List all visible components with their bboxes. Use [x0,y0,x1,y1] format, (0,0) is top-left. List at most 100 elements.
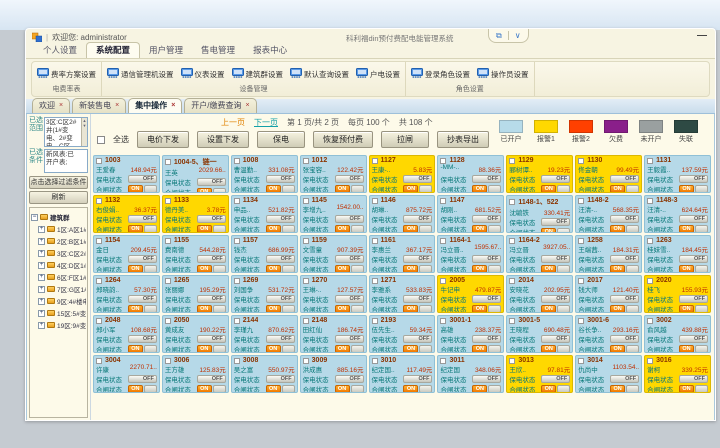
switch-on-toggle[interactable]: ON [197,265,212,273]
supply-off-toggle[interactable]: OFF [472,215,501,223]
choose-filter-button[interactable]: 点击选择过滤条件 [29,176,88,189]
tree-item-7区[interactable]: +7区:G区1#井 [38,284,86,294]
meter-checkbox[interactable] [303,278,309,284]
close-icon[interactable]: × [59,102,63,109]
meter-card[interactable]: 1129郦树谭..19.23元保电状态OFF合闸状态ON [506,155,573,193]
meter-checkbox[interactable] [96,238,102,244]
meter-checkbox[interactable] [96,198,102,204]
meter-card[interactable]: 2148田红仙186.74元保电状态OFF合闸状态ON [300,315,367,353]
meter-checkbox[interactable] [303,358,309,364]
action-button-电价下发[interactable]: 电价下发 [137,131,189,148]
supply-off-toggle[interactable]: OFF [335,335,364,343]
meter-checkbox[interactable] [509,238,515,244]
switch-on-toggle[interactable]: ON [197,225,212,233]
switch-on-toggle[interactable]: ON [679,305,694,313]
meter-checkbox[interactable] [509,358,515,364]
meter-checkbox[interactable] [372,198,378,204]
meter-card[interactable]: 3006王方雄125.83元保电状态OFF合闸状态ON [162,355,229,393]
meter-checkbox[interactable] [440,358,446,364]
supply-off-toggle[interactable]: OFF [128,375,157,383]
collapse-icon[interactable]: − [31,214,38,221]
supply-off-toggle[interactable]: OFF [403,335,432,343]
meter-checkbox[interactable] [647,198,653,204]
switch-on-toggle[interactable]: ON [541,265,556,273]
switch-on-toggle[interactable]: ON [403,305,418,313]
switch-on-toggle[interactable]: ON [266,225,281,233]
switch-on-toggle[interactable]: ON [679,385,694,393]
meter-checkbox[interactable] [578,318,584,324]
scrollbar[interactable]: ▲▼ [81,118,87,146]
supply-off-toggle[interactable]: OFF [610,375,639,383]
switch-on-toggle[interactable]: ON [335,265,350,273]
meter-card[interactable]: 2014安晓花202.95元保电状态OFF合闸状态ON [506,275,573,313]
supply-off-toggle[interactable]: OFF [266,215,295,223]
supply-off-toggle[interactable]: OFF [679,175,708,183]
selected-condition-box[interactable]: 新风表:已开户表; [44,149,88,173]
meter-checkbox[interactable] [96,358,102,364]
action-button-拉闸[interactable]: 拉闸 [381,131,429,148]
switch-on-toggle[interactable]: ON [541,185,556,193]
meter-card[interactable]: 1148-2汪清-..568.35元保电状态OFF合闸状态ON [575,195,642,233]
switch-on-toggle[interactable]: ON [197,188,212,193]
supply-off-toggle[interactable]: OFF [266,295,295,303]
meter-card[interactable]: 1004-5、链一王英2029.66..保电状态OFF合闸状态ON [162,155,229,193]
meter-checkbox[interactable] [440,318,446,324]
meter-card[interactable]: 2048郑小军108.68元保电状态OFF合闸状态ON [93,315,160,353]
menu-tab-用户管理[interactable]: 用户管理 [140,43,192,58]
meter-checkbox[interactable] [440,198,446,204]
meter-checkbox[interactable] [303,158,309,164]
meter-card[interactable]: 3001-1高雄238.37元保电状态OFF合闸状态ON [437,315,504,353]
meter-checkbox[interactable] [303,318,309,324]
meter-card[interactable]: 1147胡刚..681.52元保电状态OFF合闸状态ON [437,195,504,233]
switch-on-toggle[interactable]: ON [610,305,625,313]
doc-tab-新装售电[interactable]: 新装售电× [72,98,126,113]
meter-checkbox[interactable] [234,198,240,204]
ribbon-button-默认查询设置[interactable]: 默认查询设置 [290,68,349,80]
supply-off-toggle[interactable]: OFF [128,215,157,223]
switch-on-toggle[interactable]: ON [541,305,556,313]
meter-card[interactable]: 1148-3汪清-..624.64元保电状态OFF合闸状态ON [644,195,711,233]
supply-off-toggle[interactable]: OFF [679,255,708,263]
doc-tab-欢迎[interactable]: 欢迎× [32,98,70,113]
supply-off-toggle[interactable]: OFF [335,175,364,183]
meter-card[interactable]: 1134申品..521.82元保电状态OFF合闸状态ON [231,195,298,233]
supply-off-toggle[interactable]: OFF [128,255,157,263]
refresh-button[interactable]: 刷新 [29,191,88,204]
supply-off-toggle[interactable]: OFF [403,295,432,303]
expand-icon[interactable]: + [38,238,45,245]
expand-icon[interactable]: + [38,298,45,305]
supply-off-toggle[interactable]: OFF [266,255,295,263]
ribbon-button-登录角色设置[interactable]: 登录角色设置 [411,68,470,80]
supply-off-toggle[interactable]: OFF [541,335,570,343]
supply-off-toggle[interactable]: OFF [403,175,432,183]
switch-on-toggle[interactable]: ON [403,265,418,273]
tree-item-6区[interactable]: +6区:F区1#井(F [38,272,86,282]
action-button-恢复预付费[interactable]: 恢复预付费 [313,131,373,148]
switch-on-toggle[interactable]: ON [266,185,281,193]
switch-on-toggle[interactable]: ON [403,185,418,193]
meter-checkbox[interactable] [440,278,446,284]
switch-on-toggle[interactable]: ON [266,265,281,273]
switch-on-toggle[interactable]: ON [472,305,487,313]
supply-off-toggle[interactable]: OFF [472,375,501,383]
doc-tab-集中操作[interactable]: 集中操作× [128,98,182,113]
expand-icon[interactable]: + [38,262,45,269]
supply-off-toggle[interactable]: OFF [679,335,708,343]
switch-on-toggle[interactable]: ON [335,305,350,313]
meter-card[interactable]: 3013王欣..97.81元保电状态OFF合闸状态ON [506,355,573,393]
meter-checkbox[interactable] [234,318,240,324]
ribbon-button-费率方案设置[interactable]: 费率方案设置 [37,68,96,80]
supply-off-toggle[interactable]: OFF [335,215,364,223]
switch-on-toggle[interactable]: ON [128,385,143,393]
switch-on-toggle[interactable]: ON [335,385,350,393]
meter-checkbox[interactable] [509,199,515,205]
meter-card[interactable]: 3004许康2270.71..保电状态OFF合闸状态ON [93,355,160,393]
meter-card[interactable]: 3009洪成惠885.16元保电状态OFF合闸状态ON [300,355,367,393]
switch-on-toggle[interactable]: ON [472,225,487,233]
expand-icon[interactable]: + [38,250,45,257]
meter-checkbox[interactable] [578,358,584,364]
meter-card[interactable]: 3014仇尚中1103.54..保电状态OFF合闸状态ON [575,355,642,393]
supply-off-toggle[interactable]: OFF [197,178,226,186]
expand-icon[interactable]: + [38,286,45,293]
meter-checkbox[interactable] [234,278,240,284]
